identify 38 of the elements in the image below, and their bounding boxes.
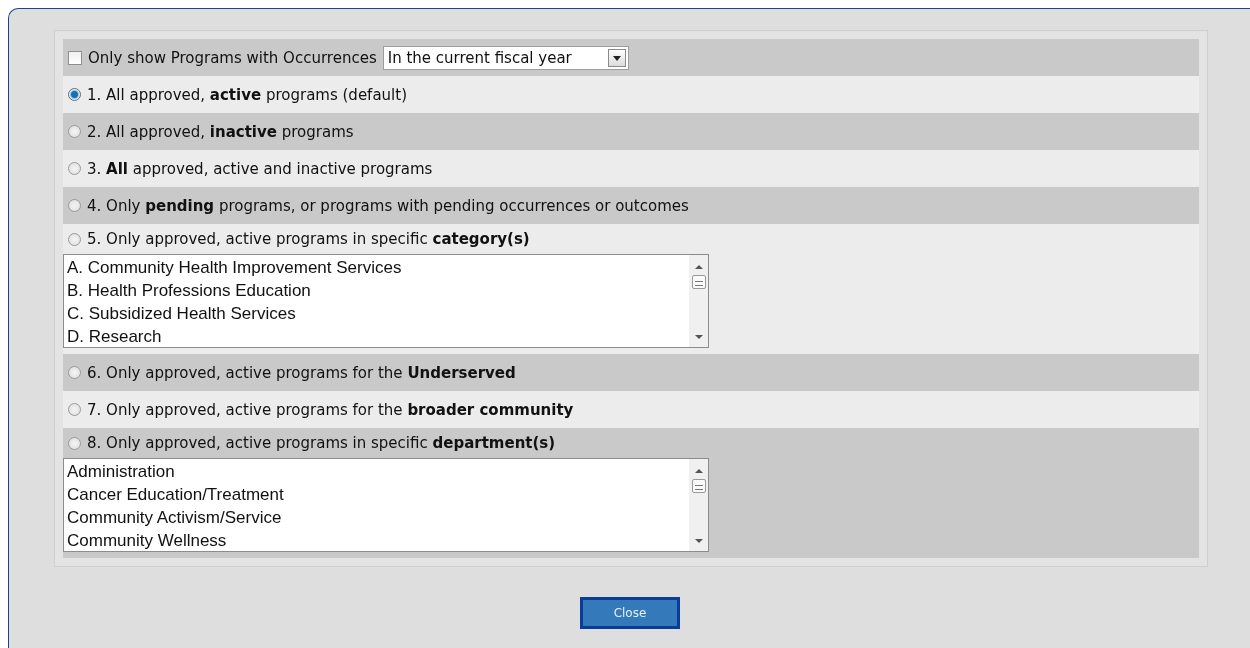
scroll-up-icon[interactable] — [695, 265, 703, 269]
list-item[interactable]: Cancer Education/Treatment — [67, 483, 686, 506]
option-label: 7. Only approved, active programs for the broader community — [87, 400, 574, 419]
radio-button[interactable] — [68, 125, 81, 138]
list-item[interactable]: A. Community Health Improvement Services — [67, 256, 686, 279]
close-button[interactable]: Close — [580, 597, 680, 629]
scroll-thumb[interactable] — [692, 479, 706, 493]
list-item[interactable]: D. Research — [67, 325, 686, 348]
option-label: 1. All approved, active programs (default) — [87, 85, 407, 104]
radio-button[interactable] — [68, 199, 81, 212]
radio-button[interactable] — [68, 88, 81, 101]
list-item[interactable]: C. Subsidized Health Services — [67, 302, 686, 325]
checkbox-label: Only show Programs with Occurrences — [88, 48, 377, 67]
radio-button[interactable] — [68, 162, 81, 175]
scrollbar[interactable] — [689, 459, 708, 551]
list-box[interactable]: Administration Cancer Education/Treatment Community Activism/Service Community Wellness — [63, 458, 709, 552]
option-label: 2. All approved, inactive programs — [87, 122, 354, 141]
list-item[interactable]: Administration — [67, 460, 686, 483]
scroll-up-icon[interactable] — [695, 469, 703, 473]
radio-button[interactable] — [68, 436, 81, 450]
scroll-thumb[interactable] — [692, 275, 706, 289]
list-box[interactable]: A. Community Health Improvement Services B. Health Professions Education C. Subsidized Health Services D. Research — [63, 254, 709, 348]
radio-button[interactable] — [68, 232, 81, 246]
option-label: 5. Only approved, active programs in specific category(s) — [87, 230, 530, 248]
checkbox[interactable] — [68, 50, 82, 65]
scrollbar[interactable] — [689, 255, 708, 347]
option-label: 6. Only approved, active programs for the Underserved — [87, 363, 516, 382]
list-item[interactable]: Community Wellness — [67, 529, 686, 552]
scroll-down-icon[interactable] — [695, 539, 703, 543]
list-item[interactable]: Community Activism/Service — [67, 506, 686, 529]
radio-button[interactable] — [68, 403, 81, 416]
scroll-down-icon[interactable] — [695, 335, 703, 339]
option-label: 8. Only approved, active programs in specific department(s) — [87, 434, 556, 452]
option-label: 4. Only pending programs, or programs with pending occurrences or outcomes — [87, 196, 689, 215]
radio-button[interactable] — [68, 366, 81, 379]
period-dropdown[interactable]: In the current fiscal year — [382, 45, 629, 70]
option-label: 3. All approved, active and inactive programs — [87, 159, 433, 178]
list-item[interactable]: B. Health Professions Education — [67, 279, 686, 302]
